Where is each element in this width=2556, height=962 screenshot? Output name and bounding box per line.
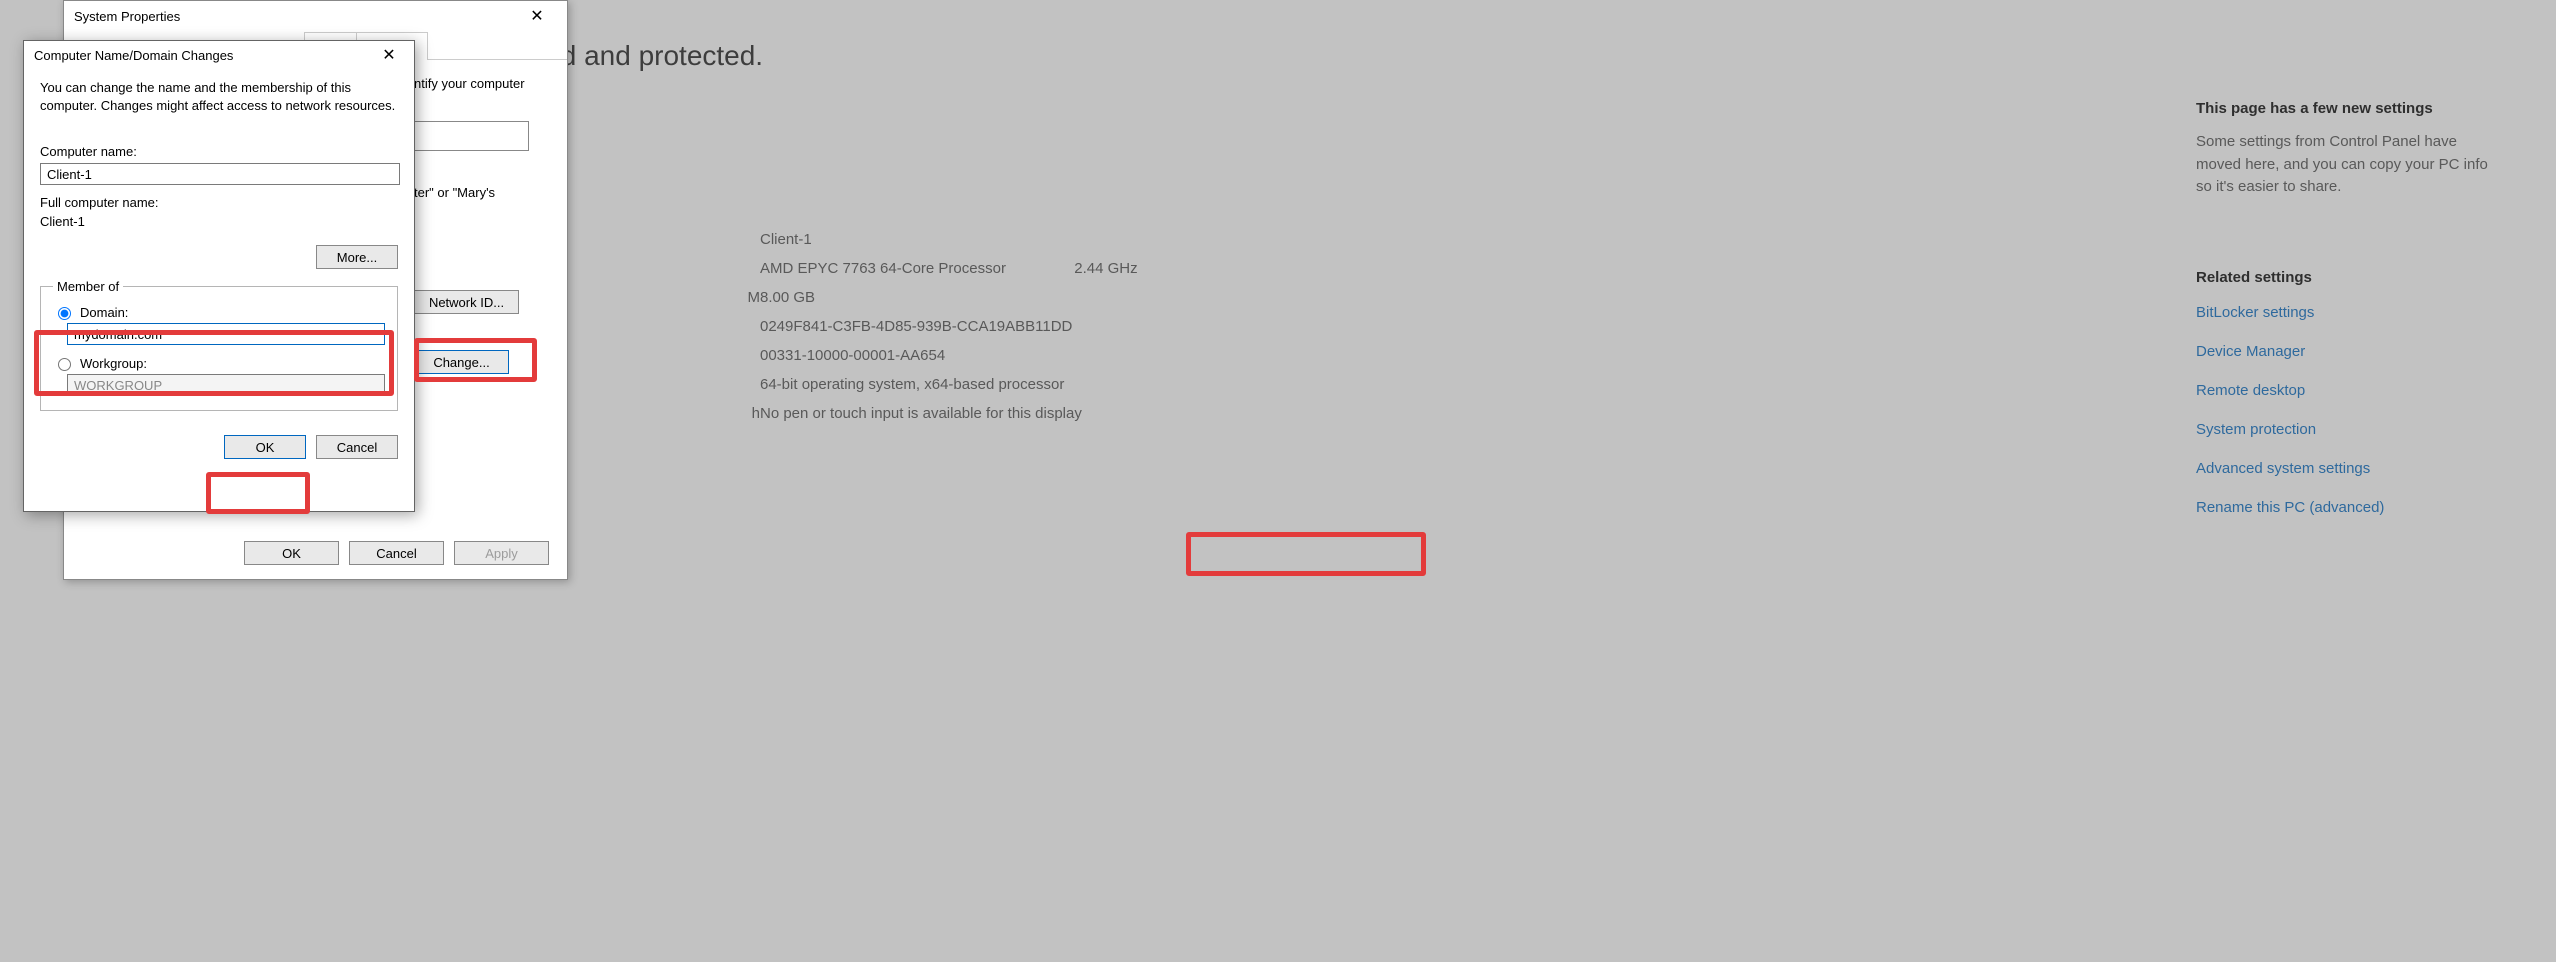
full-name-value: Client-1: [40, 214, 398, 229]
computer-name-label: Computer name:: [40, 144, 398, 159]
domchg-cancel-button[interactable]: Cancel: [316, 435, 398, 459]
workgroup-radio-label: Workgroup:: [80, 356, 147, 371]
sysprops-apply-button[interactable]: Apply: [454, 541, 549, 565]
workgroup-radio[interactable]: [58, 358, 71, 371]
sysprops-titlebar[interactable]: System Properties ✕: [64, 1, 567, 31]
domain-input[interactable]: [67, 323, 385, 345]
network-id-button[interactable]: Network ID...: [414, 290, 519, 314]
close-icon[interactable]: ✕: [374, 45, 404, 65]
full-name-label: Full computer name:: [40, 195, 398, 210]
domchg-ok-button[interactable]: OK: [224, 435, 306, 459]
close-icon[interactable]: ✕: [517, 6, 557, 26]
domain-radio-label: Domain:: [80, 305, 128, 320]
domchg-intro: You can change the name and the membersh…: [40, 79, 398, 114]
more-button[interactable]: More...: [316, 245, 398, 269]
domain-radio[interactable]: [58, 307, 71, 320]
sysprops-desc2: ter" or "Mary's: [414, 185, 547, 200]
sysprops-ok-button[interactable]: OK: [244, 541, 339, 565]
domain-changes-dialog: Computer Name/Domain Changes ✕ You can c…: [23, 40, 415, 512]
domchg-title: Computer Name/Domain Changes: [34, 48, 233, 63]
change-button[interactable]: Change...: [414, 350, 509, 374]
sysprops-desc1: ntify your computer: [414, 76, 547, 91]
sysprops-desc-field[interactable]: [414, 121, 529, 151]
sysprops-cancel-button[interactable]: Cancel: [349, 541, 444, 565]
member-of-group: Member of Domain: Workgroup:: [40, 279, 398, 411]
sysprops-title: System Properties: [74, 9, 180, 24]
computer-name-input[interactable]: [40, 163, 400, 185]
member-of-legend: Member of: [53, 279, 123, 294]
domchg-titlebar[interactable]: Computer Name/Domain Changes ✕: [24, 41, 414, 69]
workgroup-input: [67, 374, 385, 396]
